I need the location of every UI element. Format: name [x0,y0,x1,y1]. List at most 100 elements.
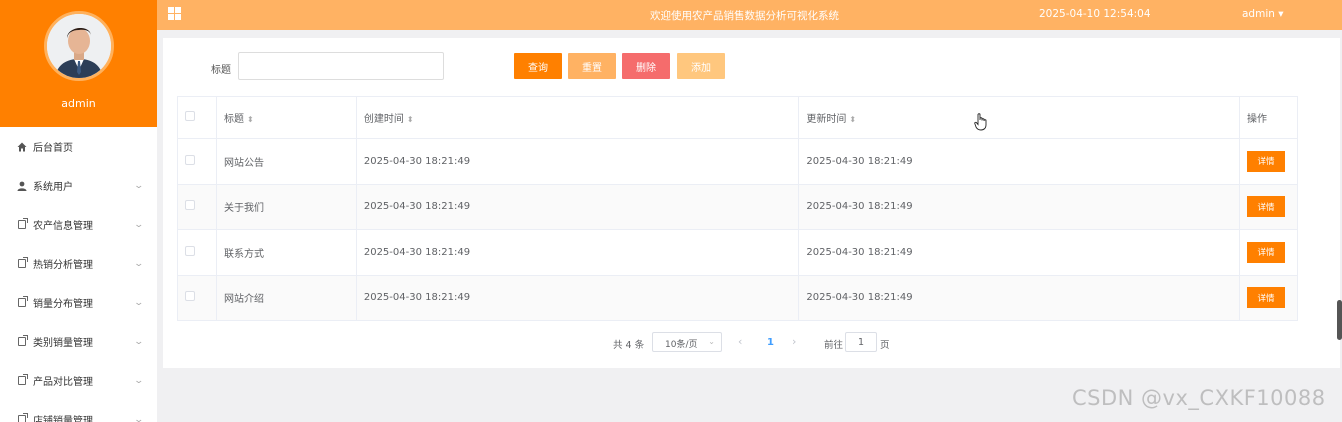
document-icon [17,413,28,422]
title-search-input[interactable] [238,52,444,80]
sort-icon[interactable]: ⬍ [247,115,254,124]
watermark-text: CSDN @vx_CXKF10088 [1072,386,1326,410]
page-suffix-label: 页 [880,340,890,351]
chevron-down-icon: ⌄ [133,180,145,191]
sidebar-item-label: 销量分布管理 [33,299,93,310]
cell-updated: 2025-04-30 18:21:49 [798,138,1240,185]
sidebar-item-label: 类别销量管理 [33,338,93,349]
menu-grid-icon[interactable] [168,7,181,20]
cell-created: 2025-04-30 18:21:49 [355,183,800,230]
sort-icon[interactable]: ⬍ [407,115,414,124]
document-icon [17,335,28,347]
table-header-row: 标题 ⬍ 创建时间 ⬍ 更新时间 ⬍ 操作 [177,96,1299,139]
sidebar-item-system-users[interactable]: 系统用户 ⌄ [0,166,157,205]
chevron-down-icon: ⌄ [133,258,145,269]
row-checkbox[interactable] [185,291,195,302]
cell-actions: 详情 [1238,138,1299,185]
cell-title: 网站公告 [215,138,357,185]
avatar [44,11,114,81]
detail-button[interactable]: 详情 [1246,241,1285,263]
table-row: 网站介绍 2025-04-30 18:21:49 2025-04-30 18:2… [177,274,1299,321]
add-button[interactable]: 添加 [677,53,725,79]
page-scrollbar[interactable] [1337,300,1342,340]
detail-button[interactable]: 详情 [1246,287,1285,309]
cell-created: 2025-04-30 18:21:49 [355,229,800,276]
sidebar-item-sales-distribution[interactable]: 销量分布管理 ⌄ [0,283,157,322]
detail-button[interactable]: 详情 [1246,150,1285,172]
goto-page-input[interactable]: 1 [845,332,877,352]
row-select-cell [177,183,217,230]
home-icon [17,142,27,152]
sidebar-item-hot-sales[interactable]: 热销分析管理 ⌄ [0,244,157,283]
prev-page-button[interactable]: ‹ [738,335,742,348]
row-select-cell [177,138,217,185]
sidebar-header: admin [0,0,157,127]
reset-button[interactable]: 重置 [568,53,616,79]
column-header-label: 创建时间 [363,114,404,125]
select-all-cell [177,96,217,139]
row-checkbox[interactable] [185,200,195,211]
sidebar-item-product-compare[interactable]: 产品对比管理 ⌄ [0,361,157,400]
page-number-current[interactable]: 1 [767,337,774,348]
page-size-select[interactable]: 10条/页 ⌄ [652,332,722,352]
hand-cursor-icon [974,113,988,134]
sidebar: admin 后台首页 系统用户 ⌄ 农产信息管理 ⌄ 热销分析管理 ⌄ 销量分布… [0,0,157,422]
sidebar-item-label: 热销分析管理 [33,260,93,271]
sort-icon[interactable]: ⬍ [849,115,856,124]
column-header-created[interactable]: 创建时间 ⬍ [355,96,800,139]
pagination-total: 共 4 条 [613,340,645,351]
sidebar-item-home[interactable]: 后台首页 [0,127,157,166]
cell-updated: 2025-04-30 18:21:49 [798,274,1240,321]
sidebar-item-product-info[interactable]: 农产信息管理 ⌄ [0,205,157,244]
row-select-cell [177,274,217,321]
column-header-actions: 操作 [1238,96,1299,139]
next-page-button[interactable]: › [792,335,796,348]
table-row: 关于我们 2025-04-30 18:21:49 2025-04-30 18:2… [177,183,1299,230]
document-icon [17,296,28,308]
chevron-down-icon: ⌄ [133,414,145,422]
data-table: 标题 ⬍ 创建时间 ⬍ 更新时间 ⬍ 操作 网站公告 2025-04-30 18:21… [177,96,1299,321]
sidebar-item-label: 农产信息管理 [33,221,93,232]
page-size-value: 10条/页 [665,340,698,350]
delete-button[interactable]: 删除 [622,53,670,79]
sidebar-item-label: 产品对比管理 [33,377,93,388]
row-select-cell [177,229,217,276]
sidebar-username: admin [61,97,96,110]
chevron-down-icon: ⌄ [708,337,715,346]
chevron-down-icon: ⌄ [133,297,145,308]
top-bar: 欢迎使用农产品销售数据分析可视化系统 2025-04-10 12:54:04 a… [157,0,1342,30]
system-title: 欢迎使用农产品销售数据分析可视化系统 [650,10,839,22]
table-row: 联系方式 2025-04-30 18:21:49 2025-04-30 18:2… [177,229,1299,276]
cell-actions: 详情 [1238,229,1299,276]
cell-created: 2025-04-30 18:21:49 [355,138,800,185]
document-icon [17,257,28,269]
sidebar-item-label: 店铺销量管理 [33,416,93,422]
column-header-updated[interactable]: 更新时间 ⬍ [798,96,1240,139]
current-datetime: 2025-04-10 12:54:04 [1039,8,1151,20]
row-checkbox[interactable] [185,245,195,256]
chevron-down-icon: ⌄ [133,375,145,386]
user-menu[interactable]: admin ▾ [1242,8,1284,20]
sidebar-item-label: 系统用户 [33,182,73,193]
column-header-label: 更新时间 [806,114,847,125]
cell-updated: 2025-04-30 18:21:49 [798,183,1240,230]
cell-title: 网站介绍 [215,274,357,321]
cell-title: 关于我们 [215,183,357,230]
sidebar-item-category-sales[interactable]: 类别销量管理 ⌄ [0,322,157,361]
row-checkbox[interactable] [185,154,195,165]
chevron-down-icon: ⌄ [133,219,145,230]
column-header-label: 标题 [223,114,244,125]
pagination: 共 4 条 10条/页 ⌄ ‹ 1 › 前往 1 页 [163,332,1340,354]
detail-button[interactable]: 详情 [1246,196,1285,218]
cell-actions: 详情 [1238,274,1299,321]
cell-created: 2025-04-30 18:21:49 [355,274,800,321]
select-all-checkbox[interactable] [185,111,195,121]
query-button[interactable]: 查询 [514,53,562,79]
column-header-title[interactable]: 标题 ⬍ [215,96,357,139]
sidebar-item-label: 后台首页 [33,143,73,154]
cell-title: 联系方式 [215,229,357,276]
sidebar-item-store-sales[interactable]: 店铺销量管理 ⌄ [0,400,157,422]
goto-label: 前往 [824,340,844,351]
chevron-down-icon: ⌄ [133,336,145,347]
search-label: 标题 [211,65,231,76]
